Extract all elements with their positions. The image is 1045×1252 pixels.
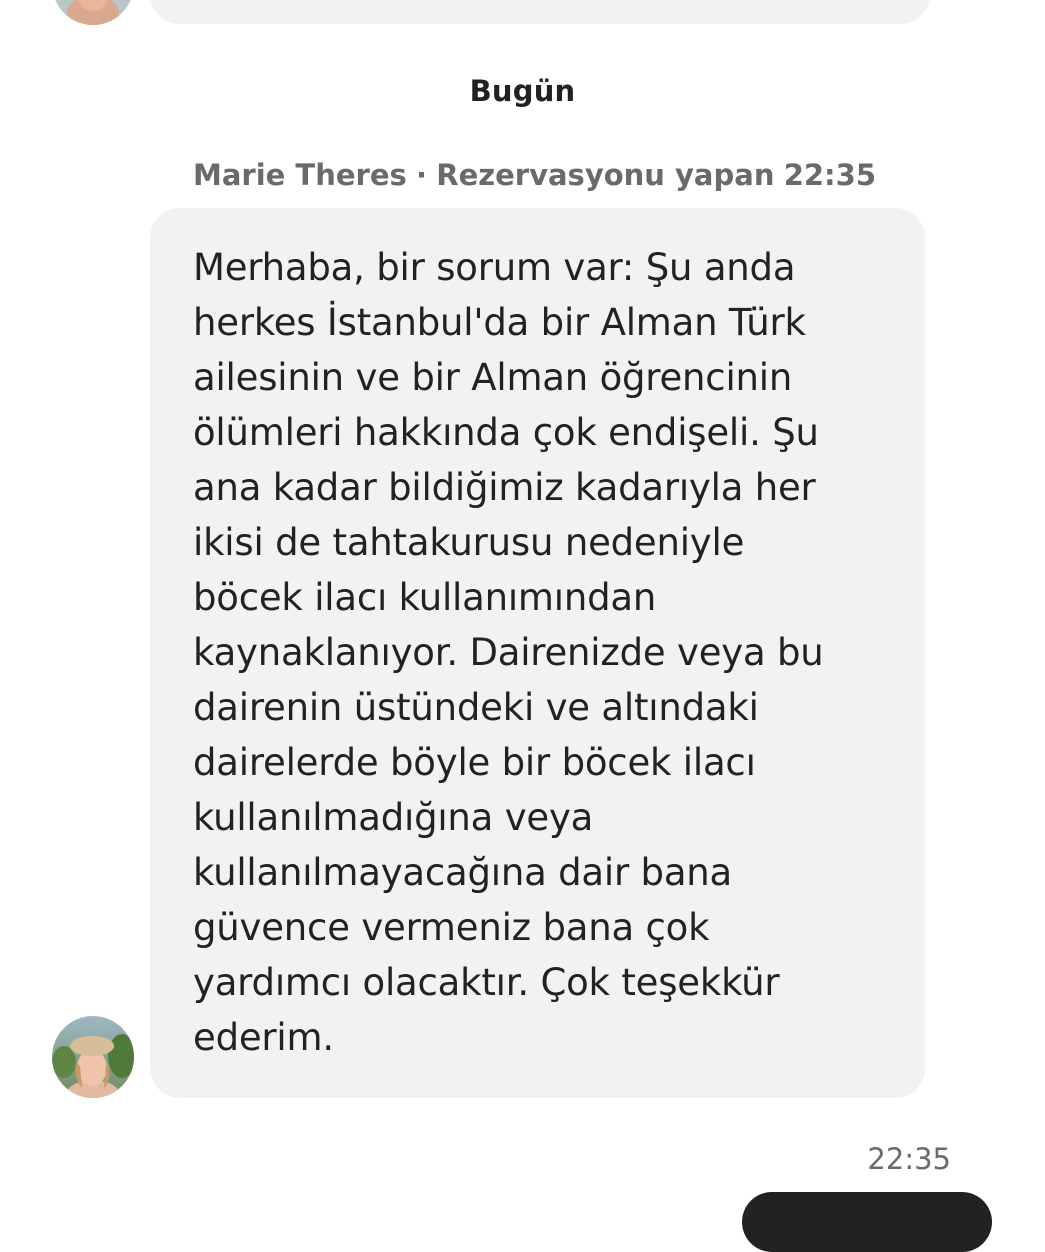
incoming-message-bubble[interactable]: Merhaba, bir sorum var: Şu anda herkes İ… — [150, 208, 925, 1098]
message-time: 22:35 — [783, 158, 877, 192]
sender-avatar[interactable] — [52, 1016, 134, 1098]
outgoing-message-time: 22:35 — [867, 1142, 951, 1176]
outgoing-message-bubble[interactable] — [742, 1192, 992, 1252]
sender-name[interactable]: Marie Theres — [193, 158, 407, 192]
sender-role: Rezervasyonu yapan — [436, 158, 775, 192]
user-avatar-photo-icon — [52, 0, 134, 25]
previous-message-bubble — [150, 0, 930, 24]
user-avatar-photo-icon — [52, 1016, 134, 1098]
sender-avatar-previous[interactable] — [52, 0, 134, 25]
meta-separator: · — [415, 158, 428, 192]
message-text: Merhaba, bir sorum var: Şu anda herkes İ… — [193, 246, 824, 1059]
date-divider: Bugün — [469, 74, 576, 108]
message-meta: Marie Theres · Rezervasyonu yapan 22:35 — [193, 158, 876, 192]
